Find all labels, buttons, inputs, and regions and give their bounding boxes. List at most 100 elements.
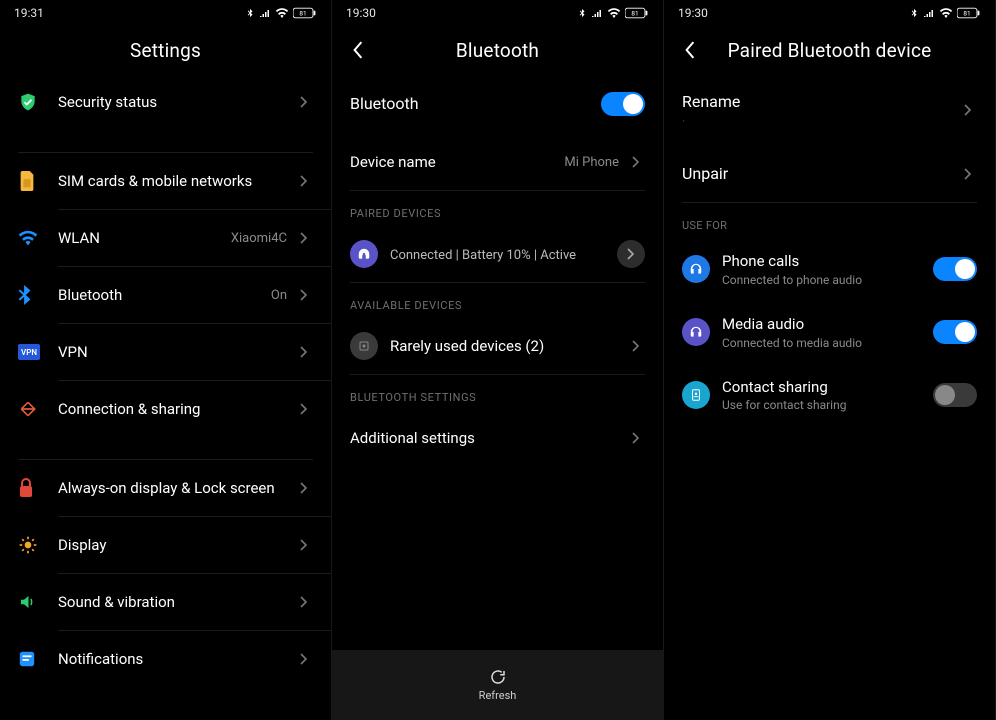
status-bar: 19:31 81: [0, 0, 331, 26]
device-name-row[interactable]: Device name Mi Phone: [332, 134, 663, 190]
security-status-row[interactable]: Security status: [0, 74, 331, 130]
display-row[interactable]: Display: [0, 517, 331, 573]
additional-settings-row[interactable]: Additional settings: [332, 410, 663, 466]
archive-icon: [350, 332, 378, 360]
paired-device-row[interactable]: Connected | Battery 10% | Active: [332, 226, 663, 282]
settings-list: Security status SIM cards & mobile netwo…: [0, 74, 331, 720]
chevron-right-icon: [627, 248, 635, 260]
contact-icon: [682, 381, 710, 409]
bluetooth-status-icon: [245, 8, 255, 18]
bluetooth-row[interactable]: Bluetooth On: [0, 267, 331, 323]
settings-header: Settings: [0, 26, 331, 74]
status-icons: 81: [577, 7, 649, 19]
signal-icon: [591, 8, 603, 18]
sound-row[interactable]: Sound & vibration: [0, 574, 331, 630]
contact-sharing-row[interactable]: Contact sharing Use for contact sharing: [664, 364, 995, 427]
chevron-right-icon: [632, 156, 640, 168]
chevron-left-icon: [684, 41, 696, 59]
media-audio-toggle[interactable]: [933, 320, 977, 344]
chevron-right-icon: [300, 289, 308, 301]
chevron-right-icon: [300, 346, 308, 358]
chevron-right-icon: [300, 175, 308, 187]
speaker-icon: [18, 593, 36, 611]
bluetooth-header: Bluetooth: [332, 26, 663, 74]
shield-icon: [18, 92, 38, 112]
available-devices-section: AVAILABLE DEVICES: [332, 283, 663, 318]
chevron-right-icon: [300, 596, 308, 608]
notifications-icon: [18, 650, 36, 668]
bluetooth-status-icon: [909, 8, 919, 18]
status-time: 19:31: [14, 6, 44, 20]
use-for-section: USE FOR: [664, 203, 995, 238]
chevron-right-icon: [300, 482, 308, 494]
headphones-icon: [682, 318, 710, 346]
bluetooth-toggle[interactable]: [601, 92, 645, 116]
wifi-icon: [275, 8, 289, 18]
page-title: Bluetooth: [456, 39, 539, 62]
back-button[interactable]: [678, 38, 702, 62]
paired-devices-section: PAIRED DEVICES: [332, 191, 663, 226]
status-icons: 81: [245, 7, 317, 19]
paired-header: Paired Bluetooth device: [664, 26, 995, 74]
chevron-left-icon: [352, 41, 364, 59]
chevron-right-icon: [300, 539, 308, 551]
chevron-right-icon: [964, 168, 972, 180]
headphones-icon: [350, 240, 378, 268]
rename-row[interactable]: Rename ·: [664, 74, 995, 146]
page-title: Paired Bluetooth device: [728, 39, 932, 62]
phone-icon: [682, 255, 710, 283]
sim-cards-row[interactable]: SIM cards & mobile networks: [0, 153, 331, 209]
refresh-icon: [489, 668, 507, 686]
chevron-right-icon: [300, 96, 308, 108]
status-bar: 19:30 81: [664, 0, 995, 26]
status-bar: 19:30 81: [332, 0, 663, 26]
bluetooth-settings-section: BLUETOOTH SETTINGS: [332, 375, 663, 410]
contact-sharing-toggle[interactable]: [933, 383, 977, 407]
bluetooth-screen: 19:30 81 Bluetooth Bluetooth Device name…: [332, 0, 664, 720]
wifi-icon: [607, 8, 621, 18]
wifi-icon: [939, 8, 953, 18]
bluetooth-list: Bluetooth Device name Mi Phone PAIRED DE…: [332, 74, 663, 650]
svg-text:81: 81: [963, 9, 970, 17]
wlan-row[interactable]: WLAN Xiaomi4C: [0, 210, 331, 266]
bluetooth-status-icon: [577, 8, 587, 18]
aod-lock-row[interactable]: Always-on display & Lock screen: [0, 460, 331, 516]
settings-screen: 19:31 81 Settings Security status SIM ca…: [0, 0, 332, 720]
battery-icon: 81: [293, 7, 317, 19]
status-icons: 81: [909, 7, 981, 19]
vpn-row[interactable]: VPN VPN: [0, 324, 331, 380]
chevron-right-icon: [300, 653, 308, 665]
wifi-icon: [18, 230, 38, 246]
rarely-used-row[interactable]: Rarely used devices (2): [332, 318, 663, 374]
phone-calls-toggle[interactable]: [933, 257, 977, 281]
status-time: 19:30: [346, 6, 376, 20]
chevron-right-icon: [964, 104, 972, 116]
chevron-right-icon: [300, 403, 308, 415]
device-settings-button[interactable]: [617, 240, 645, 268]
connection-sharing-row[interactable]: Connection & sharing: [0, 381, 331, 437]
refresh-button[interactable]: Refresh: [332, 650, 663, 720]
chevron-right-icon: [632, 432, 640, 444]
share-icon: [18, 399, 38, 419]
chevron-right-icon: [300, 232, 308, 244]
page-title: Settings: [130, 39, 201, 62]
phone-calls-row[interactable]: Phone calls Connected to phone audio: [664, 238, 995, 301]
bluetooth-icon: [18, 285, 32, 305]
svg-text:81: 81: [299, 9, 306, 17]
svg-text:81: 81: [631, 9, 638, 17]
unpair-row[interactable]: Unpair: [664, 146, 995, 202]
paired-list: Rename · Unpair USE FOR Phone calls Conn…: [664, 74, 995, 720]
paired-device-screen: 19:30 81 Paired Bluetooth device Rename …: [664, 0, 996, 720]
media-audio-row[interactable]: Media audio Connected to media audio: [664, 301, 995, 364]
sun-icon: [18, 535, 38, 555]
bluetooth-toggle-row[interactable]: Bluetooth: [332, 74, 663, 134]
notifications-row[interactable]: Notifications: [0, 631, 331, 687]
battery-icon: 81: [957, 7, 981, 19]
signal-icon: [923, 8, 935, 18]
signal-icon: [259, 8, 271, 18]
battery-icon: 81: [625, 7, 649, 19]
sim-icon: [18, 171, 36, 191]
status-time: 19:30: [678, 6, 708, 20]
lock-icon: [18, 478, 34, 498]
back-button[interactable]: [346, 38, 370, 62]
